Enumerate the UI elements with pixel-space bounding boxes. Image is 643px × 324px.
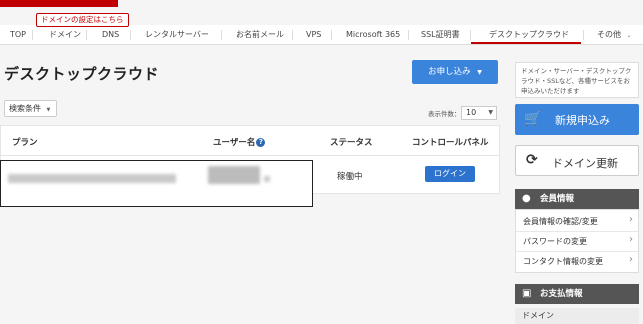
domain-renew-button[interactable]: ⟳ ドメイン更新 [515,145,639,176]
link-contact-change[interactable]: コンタクト情報の変更 [523,256,603,267]
nav-item-microsoft365[interactable]: Microsoft 365 [346,25,400,44]
domain-renew-label: ドメイン更新 [552,157,618,170]
cart-icon: 🛒 [524,111,542,127]
link-member-info[interactable]: 会員情報の確認/変更 [523,216,598,227]
member-info-header: ● 会員情報 [515,189,639,209]
per-page-value: 10 [466,108,477,117]
redaction-box [0,160,313,207]
link-password-change[interactable]: パスワードの変更 [523,236,587,247]
brand-strip [0,0,118,7]
new-apply-button[interactable]: 🛒 新規申込み [515,104,639,135]
status-badge: 稼働中 [337,172,363,182]
nav-item-other-label: その他 [597,30,621,39]
redacted-plan-name [8,174,176,183]
column-header-control-panel: コントロールパネル [412,138,489,148]
login-button[interactable]: ログイン [425,166,475,182]
member-info-panel: 会員情報の確認/変更 › パスワードの変更 › コンタクト情報の変更 › [515,209,639,273]
nav-divider [86,30,87,40]
member-info-title: 会員情報 [540,194,575,204]
nav-item-rental-server[interactable]: レンタルサーバー [145,25,209,44]
page-title: デスクトップクラウド [4,65,160,83]
nav-divider [583,30,584,40]
panel-divider [516,251,638,252]
help-icon[interactable]: ? [256,138,266,147]
domain-settings-tooltip[interactable]: ドメインの設定はこちら [36,13,129,27]
nav-divider [470,30,471,40]
filter-button-label: 検索条件 [9,104,41,113]
nav-divider [221,30,222,40]
apply-button[interactable]: お申し込み ▼ [412,60,498,84]
nav-item-dns[interactable]: DNS [102,25,119,44]
card-icon: ▣ [522,288,532,299]
payment-item-domain[interactable]: ドメイン [515,308,639,324]
nav-divider [32,30,33,40]
apply-button-label: お申し込み [428,67,471,77]
global-nav: TOP ドメイン DNS レンタルサーバー お名前メール VPS Microso… [0,25,643,45]
payment-info-title: お支払情報 [540,289,583,299]
nav-divider [331,30,332,40]
nav-item-vps[interactable]: VPS [306,25,321,44]
chevron-right-icon: › [629,214,633,225]
per-page-select[interactable]: 10 ▼ [461,106,497,120]
per-page-label: 表示件数： [428,110,461,118]
chevron-right-icon: › [629,254,633,265]
nav-item-top[interactable]: TOP [10,25,26,44]
nav-divider [408,30,409,40]
column-header-plan: プラン [12,138,38,148]
nav-active-indicator [471,42,581,44]
redacted-username [208,166,260,184]
caret-down-icon: ▼ [477,69,482,76]
panel-divider [516,231,638,232]
nav-item-mail[interactable]: お名前メール [236,25,284,44]
nav-item-domain[interactable]: ドメイン [49,25,81,44]
nav-divider [292,30,293,40]
nav-item-other[interactable]: その他 ⌄ [597,25,632,44]
column-header-username-label: ユーザー名 [213,138,256,148]
new-apply-label: 新規申込み [555,114,610,127]
redacted-username [264,176,270,182]
chevron-down-icon: ⌄ [626,32,632,39]
column-header-username: ユーザー名? [213,136,266,148]
header-divider [1,155,499,156]
filter-button[interactable]: 検索条件 ▼ [4,100,57,117]
user-icon: ● [522,193,531,204]
payment-info-header: ▣ お支払情報 [515,284,639,304]
caret-down-icon: ▼ [488,109,493,116]
caret-down-icon: ▼ [46,107,51,113]
sidebar-info-text: ドメイン・サーバー・デスクトップクラウド・SSLなど、各種サービスをお申込みいた… [515,62,639,98]
nav-item-ssl[interactable]: SSL証明書 [421,25,460,44]
refresh-icon: ⟳ [526,152,538,168]
chevron-right-icon: › [629,234,633,245]
column-header-status: ステータス [330,138,373,148]
nav-divider [130,30,131,40]
